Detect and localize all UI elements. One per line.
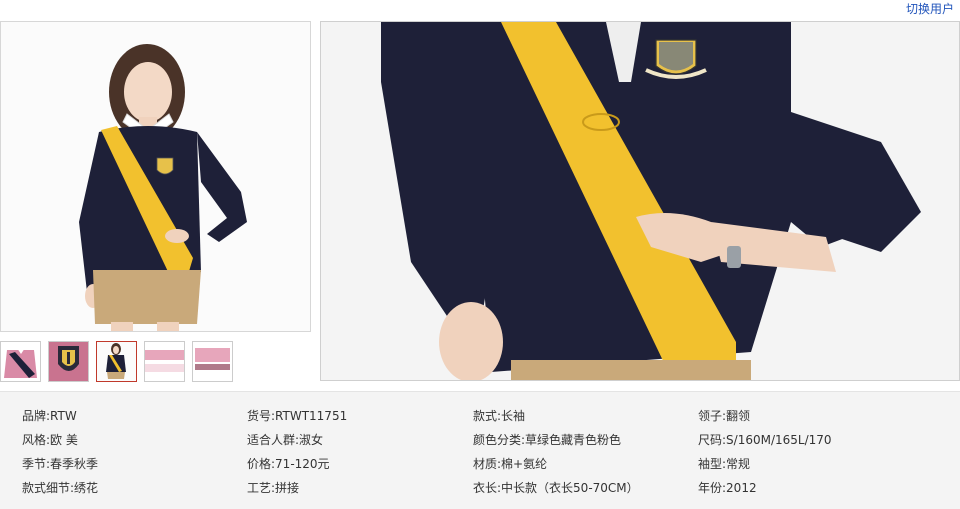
- pink-collar-detail-image: [145, 342, 184, 381]
- spec-item-number: 货号:RTWT11751: [247, 409, 348, 423]
- spec-year: 年份:2012: [698, 481, 757, 495]
- product-specs-panel: 品牌:RTW 货号:RTWT11751 款式:长袖 领子:翻领 风格:欧 美 适…: [0, 391, 960, 509]
- zoomed-product-photo[interactable]: [320, 21, 960, 381]
- spec-length: 衣长:中长款（衣长50-70CM）: [473, 481, 639, 495]
- spec-audience: 适合人群:淑女: [247, 433, 324, 447]
- thumbnail-pink-collar-detail[interactable]: [144, 341, 185, 382]
- spec-detail: 款式细节:绣花: [22, 481, 99, 495]
- spec-material: 材质:棉+氨纶: [473, 457, 548, 471]
- spec-craft: 工艺:拼接: [247, 481, 300, 495]
- spec-brand: 品牌:RTW: [22, 409, 77, 423]
- zoomed-shirt-image: [321, 22, 959, 380]
- spec-sleeve-type: 袖型:常规: [698, 457, 751, 471]
- pink-shirt-front-image: [1, 342, 40, 381]
- spec-collar: 领子:翻领: [698, 409, 751, 423]
- pink-fabric-detail-image: [193, 342, 232, 381]
- spec-season: 季节:春季秋季: [22, 457, 99, 471]
- spec-fashion-style: 风格:欧 美: [22, 433, 78, 447]
- model-photo-image: [1, 22, 310, 331]
- thumbnail-pink-fabric-detail[interactable]: [192, 341, 233, 382]
- switch-user-link[interactable]: 切换用户: [906, 0, 954, 17]
- main-product-photo[interactable]: [0, 21, 311, 332]
- pink-shirt-crest-image: [49, 342, 88, 381]
- spec-colors: 颜色分类:草绿色藏青色粉色: [473, 433, 622, 447]
- spec-price: 价格:71-120元: [247, 457, 330, 471]
- thumbnail-pink-shirt-crest[interactable]: [48, 341, 89, 382]
- thumbnail-navy-shirt-model[interactable]: [96, 341, 137, 382]
- navy-shirt-model-image: [97, 342, 136, 381]
- spec-style: 款式:长袖: [473, 409, 526, 423]
- spec-sizes: 尺码:S/160M/165L/170: [698, 433, 832, 447]
- thumbnail-pink-shirt-front[interactable]: [0, 341, 41, 382]
